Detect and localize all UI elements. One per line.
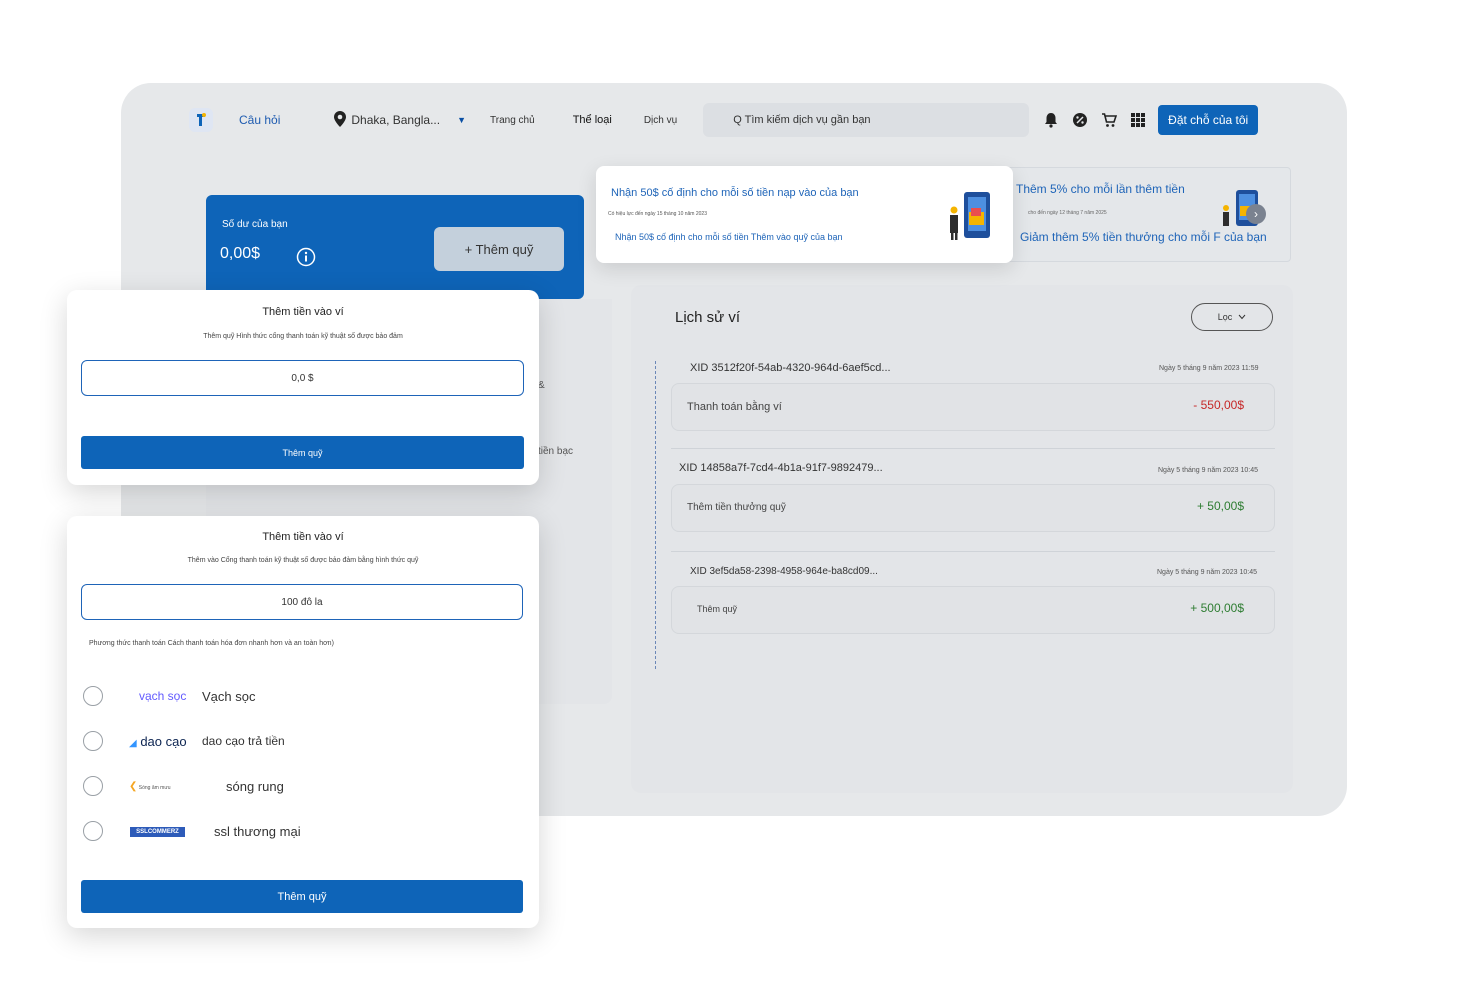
payment-option-label: ssl thương mại xyxy=(214,824,301,839)
divider xyxy=(671,448,1275,449)
transaction-card[interactable]: Thanh toán bằng ví - 550,00$ xyxy=(671,383,1275,431)
bell-icon[interactable] xyxy=(1043,112,1059,128)
balance-label: Số dư của bạn xyxy=(222,219,288,230)
history-title: Lịch sử ví xyxy=(675,309,741,326)
search-placeholder: Q Tìm kiếm dịch vụ gần bạn xyxy=(733,114,871,126)
promo-validity: cho đến ngày 12 tháng 7 năm 2025 xyxy=(1028,210,1107,216)
modal-subtitle: Thêm vào Cổng thanh toán kỹ thuật số đượ… xyxy=(187,557,419,564)
razorpay-mark-icon: ◢ xyxy=(129,738,137,749)
modal-subtitle: Thêm quỹ Hình thức cổng thanh toán kỹ th… xyxy=(203,333,403,340)
chevron-down-icon: ▼ xyxy=(457,115,467,125)
amount-input[interactable]: 100 đô la xyxy=(81,584,523,620)
brand-logo[interactable] xyxy=(189,108,213,132)
transaction-date: Ngày 5 tháng 9 năm 2023 10:45 xyxy=(1158,467,1259,474)
wallet-history-panel: Lịch sử ví Lọc XID 3512f20f-54ab-4320-96… xyxy=(631,285,1293,793)
sslcommerz-logo: SSLCOMMERZ xyxy=(130,827,185,837)
add-fund-submit-button[interactable]: Thêm quỹ xyxy=(81,880,523,913)
modal-title: Thêm tiền vào ví xyxy=(262,531,344,543)
transaction-id: XID 3ef5da58-2398-4958-964e-ba8cd09... xyxy=(690,566,878,577)
carousel-next-icon[interactable]: › xyxy=(1246,204,1266,224)
transaction-amount: + 500,00$ xyxy=(1190,601,1244,615)
transaction-card[interactable]: Thêm quỹ + 500,00$ xyxy=(671,586,1275,634)
balance-value: 0,00$ xyxy=(220,245,261,262)
radio-button[interactable] xyxy=(83,731,103,751)
transaction-date: Ngày 5 tháng 9 năm 2023 10:45 xyxy=(1157,569,1258,576)
transaction-description: Thêm quỹ xyxy=(697,604,738,614)
paystack-mark-icon: ❮ xyxy=(129,781,138,792)
location-pin-icon xyxy=(334,110,347,130)
transaction-amount: - 550,00$ xyxy=(1193,398,1244,412)
location-selector[interactable]: Dhaka, Bangla... ▼ xyxy=(334,110,467,130)
chevron-down-icon xyxy=(1238,312,1246,322)
info-icon[interactable] xyxy=(296,247,316,272)
transaction-amount: + 50,00$ xyxy=(1196,499,1244,513)
promo-title: Thêm 5% cho mỗi lần thêm tiền xyxy=(1016,182,1185,196)
transaction-description: Thanh toán bằng ví xyxy=(687,401,782,413)
transaction-id: XID 3512f20f-54ab-4320-964d-6aef5cd... xyxy=(690,362,891,374)
transaction-date: Ngày 5 tháng 9 năm 2023 11:59 xyxy=(1159,365,1259,372)
transaction-id: XID 14858a7f-7cd4-4b1a-91f7-9892479... xyxy=(679,462,883,474)
razorpay-logo: ◢ dao cạo xyxy=(129,734,187,749)
amount-input-value: 0,0 $ xyxy=(291,372,314,384)
payment-option-razorpay[interactable]: ◢ dao cạo dao cạo trả tiền xyxy=(81,729,521,757)
payment-method-note: Phương thức thanh toán Cách thanh toán h… xyxy=(89,640,334,647)
modal-title: Thêm tiền vào ví xyxy=(262,306,344,318)
paystack-logo: ❮ Sóng âm mưu xyxy=(129,781,171,792)
promo-title: Nhận 50$ cố định cho mỗi số tiền nạp vào… xyxy=(611,187,859,199)
payment-option-paystack[interactable]: ❮ Sóng âm mưu sóng rung xyxy=(81,774,521,802)
nav-services-link[interactable]: Dịch vụ xyxy=(644,115,677,126)
nav-categories-link[interactable]: Thể loại xyxy=(573,114,612,126)
payment-option-label: Vạch sọc xyxy=(202,689,256,704)
balance-card: Số dư của bạn 0,00$ + Thêm quỹ xyxy=(206,195,584,299)
promo-card-fixed[interactable]: Nhận 50$ cố định cho mỗi số tiền nạp vào… xyxy=(596,166,1013,263)
add-money-modal-amount: Thêm tiền vào ví Thêm quỹ Hình thức cổng… xyxy=(67,290,539,485)
add-fund-button[interactable]: + Thêm quỹ xyxy=(434,227,564,271)
wallet-illustration-icon xyxy=(946,188,1002,249)
discount-icon[interactable] xyxy=(1072,112,1088,128)
filter-label: Lọc xyxy=(1217,312,1233,322)
payment-option-stripe[interactable]: vạch sọc Vạch sọc xyxy=(81,684,521,712)
transaction-card[interactable]: Thêm tiền thưởng quỹ + 50,00$ xyxy=(671,484,1275,532)
timeline-line xyxy=(655,361,656,669)
top-navigation: Câu hỏi Dhaka, Bangla... ▼ Trang chủ Thể… xyxy=(177,91,1297,149)
promo-card-bonus[interactable]: Thêm 5% cho mỗi lần thêm tiền cho đến ng… xyxy=(991,167,1291,262)
amount-input[interactable]: 0,0 $ xyxy=(81,360,524,396)
promo-validity: Có hiệu lực đến ngày 15 tháng 10 năm 202… xyxy=(608,211,707,217)
promo-text: Nhận 50$ cố định cho mỗi số tiền Thêm và… xyxy=(615,232,843,242)
cart-icon[interactable] xyxy=(1101,112,1118,128)
radio-button[interactable] xyxy=(83,686,103,706)
stripe-logo: vạch sọc xyxy=(139,689,187,703)
add-money-modal-payment: Thêm tiền vào ví Thêm vào Cổng thanh toá… xyxy=(67,516,539,928)
radio-button[interactable] xyxy=(83,821,103,841)
nav-home-link[interactable]: Trang chủ xyxy=(490,115,535,126)
location-text: Dhaka, Bangla... xyxy=(351,113,441,127)
add-fund-submit-button[interactable]: Thêm quỹ xyxy=(81,436,524,469)
panel-text-fragment: tiền bạc xyxy=(538,446,574,457)
my-bookings-button[interactable]: Đặt chỗ của tôi xyxy=(1158,105,1259,135)
payment-option-label: dao cạo trả tiền xyxy=(202,734,285,748)
filter-button[interactable]: Lọc xyxy=(1191,303,1273,331)
panel-text-fragment: & xyxy=(538,380,545,391)
amount-input-value: 100 đô la xyxy=(281,596,323,608)
radio-button[interactable] xyxy=(83,776,103,796)
search-input[interactable]: Q Tìm kiếm dịch vụ gần bạn xyxy=(703,103,1030,137)
divider xyxy=(671,551,1275,552)
payment-option-label: sóng rung xyxy=(226,779,284,794)
transaction-description: Thêm tiền thưởng quỹ xyxy=(687,502,786,513)
apps-grid-icon[interactable] xyxy=(1130,112,1146,128)
payment-option-sslcommerz[interactable]: SSLCOMMERZ ssl thương mại xyxy=(81,819,521,847)
nav-faq-link[interactable]: Câu hỏi xyxy=(239,113,280,127)
